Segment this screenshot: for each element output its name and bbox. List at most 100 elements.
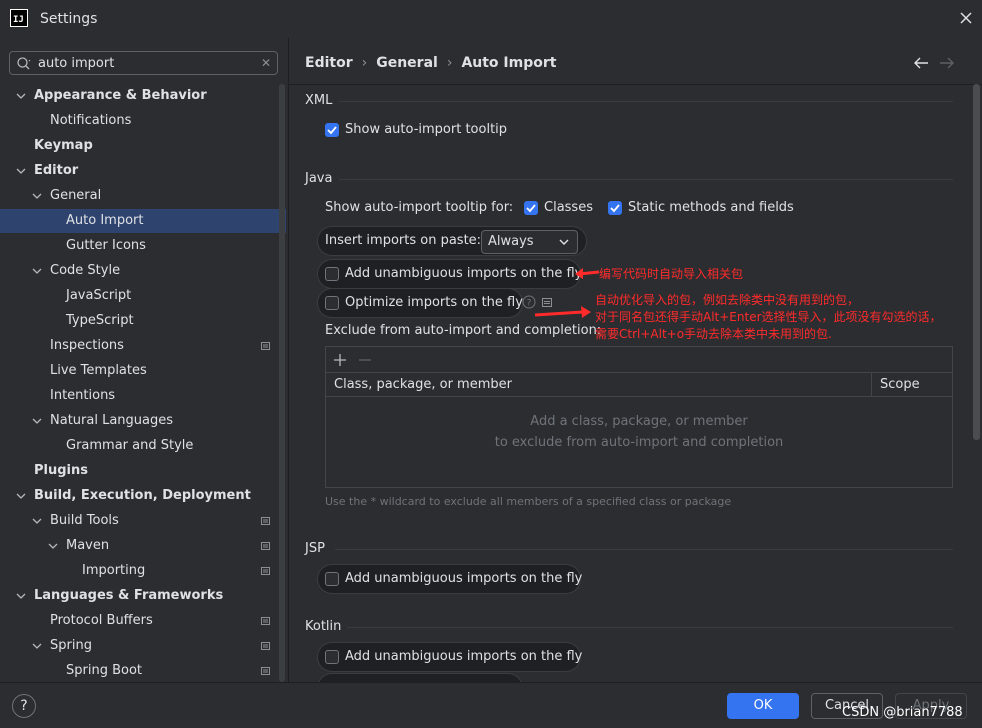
sidebar-item-code-style[interactable]: Code Style	[0, 259, 286, 283]
search-input[interactable]	[38, 54, 258, 72]
jsp-add-unambiguous-checkbox[interactable]	[325, 572, 339, 586]
close-icon[interactable]	[956, 8, 976, 28]
kotlin-add-unambiguous-label: Add unambiguous imports on the fly	[345, 649, 583, 664]
chevron-down-icon[interactable]	[16, 591, 26, 601]
breadcrumb-general[interactable]: General	[376, 55, 438, 71]
sidebar-scrollbar[interactable]	[279, 84, 285, 682]
sidebar-item-build-execution-deployment[interactable]: Build, Execution, Deployment	[0, 484, 286, 508]
chevron-down-icon[interactable]	[32, 266, 42, 276]
section-divider	[335, 549, 953, 550]
project-level-icon	[261, 517, 270, 525]
insert-imports-select[interactable]: Always	[481, 230, 578, 254]
insert-imports-value: Always	[488, 234, 534, 249]
chevron-down-icon[interactable]	[32, 516, 42, 526]
java-add-unambiguous-checkbox[interactable]	[325, 267, 339, 281]
sidebar-item-intentions[interactable]: Intentions	[0, 384, 286, 408]
optimize-imports-label: Optimize imports on the fly	[345, 295, 523, 310]
sidebar-item-general[interactable]: General	[0, 184, 286, 208]
sidebar-item-maven[interactable]: Maven	[0, 534, 286, 558]
java-add-unambiguous-label: Add unambiguous imports on the fly	[345, 266, 583, 281]
sidebar-item-plugins[interactable]: Plugins	[0, 459, 286, 483]
sidebar-item-label: Live Templates	[50, 363, 147, 378]
back-arrow-icon[interactable]	[912, 56, 930, 70]
sidebar-item-protocol-buffers[interactable]: Protocol Buffers	[0, 609, 286, 633]
sidebar-item-gutter-icons[interactable]: Gutter Icons	[0, 234, 286, 258]
annotation-note-2: 自动优化导入的包，例如去除类中没有用到的包， 对于同名包还得手动Alt+Ente…	[595, 292, 942, 343]
chevron-down-icon[interactable]	[32, 416, 42, 426]
sidebar-item-inspections[interactable]: Inspections	[0, 334, 286, 358]
annotation-note-2-line-3: 需要Ctrl+Alt+o手动去除本类中未用到的包.	[595, 327, 832, 341]
sidebar-item-notifications[interactable]: Notifications	[0, 109, 286, 133]
forward-arrow-icon[interactable]	[938, 56, 956, 70]
col-scope-header[interactable]: Scope	[880, 373, 920, 397]
sidebar-item-typescript[interactable]: TypeScript	[0, 309, 286, 333]
sidebar-item-editor[interactable]: Editor	[0, 159, 286, 183]
clear-search-icon[interactable]: ✕	[259, 55, 273, 71]
sidebar-item-label: Editor	[34, 163, 79, 178]
content-scrollbar[interactable]	[973, 84, 980, 440]
table-toolbar	[326, 347, 952, 373]
sidebar-item-label: Inspections	[50, 338, 124, 353]
optimize-imports-checkbox[interactable]	[325, 296, 339, 310]
project-level-icon	[261, 342, 270, 350]
section-divider	[339, 179, 953, 180]
sidebar-item-appearance-behavior[interactable]: Appearance & Behavior	[0, 84, 286, 108]
add-icon[interactable]	[333, 353, 347, 367]
kotlin-add-unambiguous-checkbox[interactable]	[325, 650, 339, 664]
classes-checkbox[interactable]	[524, 201, 538, 215]
sidebar-item-build-tools[interactable]: Build Tools	[0, 509, 286, 533]
insert-imports-label: Insert imports on paste:	[325, 233, 482, 248]
empty-line-2: to exclude from auto-import and completi…	[494, 435, 784, 450]
sidebar-item-label: Importing	[82, 563, 146, 578]
sidebar-item-spring-boot[interactable]: Spring Boot	[0, 659, 286, 682]
chevron-down-icon[interactable]	[16, 166, 26, 176]
sidebar-item-label: Keymap	[34, 138, 93, 153]
annotation-arrow-icon	[575, 268, 600, 279]
remove-icon[interactable]	[358, 353, 372, 367]
sidebar-item-label: TypeScript	[66, 313, 134, 328]
sidebar-item-keymap[interactable]: Keymap	[0, 134, 286, 158]
chevron-down-icon[interactable]	[32, 641, 42, 651]
sidebar-item-live-templates[interactable]: Live Templates	[0, 359, 286, 383]
table-empty-text: Add a class, package, or member to exclu…	[326, 411, 952, 453]
sidebar-item-label: Plugins	[34, 463, 88, 478]
search-box[interactable]: ✕	[9, 51, 278, 75]
static-methods-checkbox[interactable]	[608, 201, 622, 215]
sidebar-item-label: Notifications	[50, 113, 132, 128]
chevron-down-icon[interactable]	[32, 191, 42, 201]
sidebar-item-javascript[interactable]: JavaScript	[0, 284, 286, 308]
breadcrumb-editor[interactable]: Editor	[305, 55, 353, 71]
column-divider[interactable]	[871, 373, 872, 397]
settings-sidebar: ✕ Appearance & Behavior Notifications Keym…	[0, 38, 288, 682]
classes-label: Classes	[544, 200, 593, 215]
empty-line-1: Add a class, package, or member	[530, 414, 748, 429]
settings-tree: Appearance & Behavior Notifications Keymap…	[0, 84, 286, 682]
project-level-icon	[261, 642, 270, 650]
chevron-down-icon[interactable]	[16, 491, 26, 501]
xml-tooltip-checkbox[interactable]	[325, 123, 339, 137]
header-divider	[289, 84, 982, 85]
sidebar-item-label: Build Tools	[50, 513, 119, 528]
sidebar-item-importing[interactable]: Importing	[0, 559, 286, 583]
annotation-note-1: 编写代码时自动导入相关包	[599, 267, 744, 281]
sidebar-item-label: Spring	[50, 638, 92, 653]
section-xml-title: XML	[305, 93, 333, 108]
exclude-label: Exclude from auto-import and completion:	[325, 323, 602, 338]
settings-content: Editor › General › Auto Import XML Show auto…	[288, 38, 982, 688]
sidebar-item-natural-languages[interactable]: Natural Languages	[0, 409, 286, 433]
sidebar-item-label: Protocol Buffers	[50, 613, 153, 628]
sidebar-item-spring[interactable]: Spring	[0, 634, 286, 658]
breadcrumb-auto-import: Auto Import	[461, 55, 557, 71]
breadcrumb: Editor › General › Auto Import	[305, 55, 557, 71]
ok-button[interactable]: OK	[727, 693, 799, 719]
chevron-down-icon[interactable]	[48, 541, 58, 551]
col-member-header[interactable]: Class, package, or member	[334, 373, 512, 397]
sidebar-item-auto-import[interactable]: Auto Import	[0, 209, 286, 233]
help-button[interactable]: ?	[12, 694, 36, 718]
dialog-footer: ? OK Cancel Apply CSDN @brian7788	[0, 682, 982, 728]
chevron-down-icon[interactable]	[16, 91, 26, 101]
app-logo-icon: IJ	[10, 9, 28, 27]
sidebar-item-grammar-and-style[interactable]: Grammar and Style	[0, 434, 286, 458]
sidebar-item-languages-frameworks[interactable]: Languages & Frameworks	[0, 584, 286, 608]
search-icon	[17, 57, 31, 70]
